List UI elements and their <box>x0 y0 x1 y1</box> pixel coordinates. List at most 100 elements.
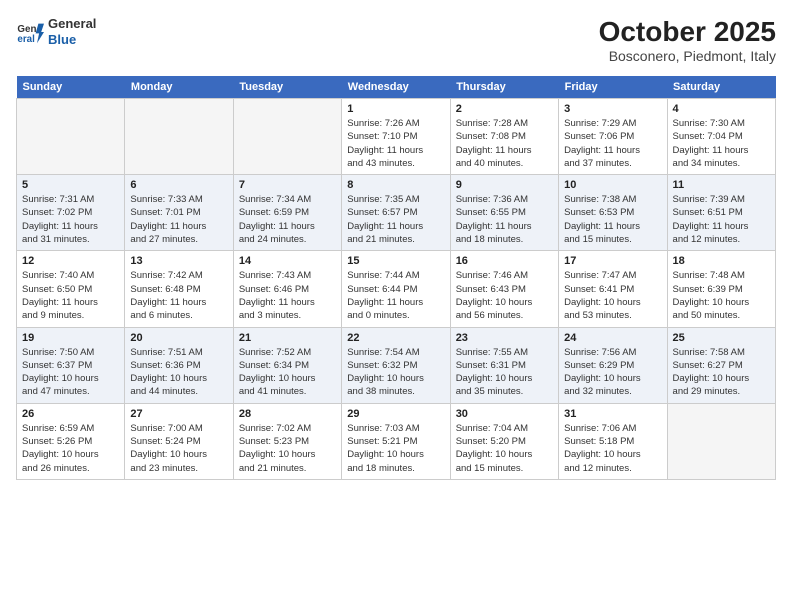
calendar-cell: 15 Sunrise: 7:44 AM Sunset: 6:44 PM Dayli… <box>342 251 450 327</box>
day-header-tuesday: Tuesday <box>233 76 341 99</box>
calendar-cell: 9Sunrise: 7:36 AM Sunset: 6:55 PM Daylig… <box>450 175 558 251</box>
cell-day-number: 30 <box>456 408 553 420</box>
cell-day-number: 6 <box>130 179 227 191</box>
day-header-wednesday: Wednesday <box>342 76 450 99</box>
cell-day-number: 5 <box>22 179 119 191</box>
calendar-week-3: 12 Sunrise: 7:40 AM Sunset: 6:50 PM Dayli… <box>17 251 776 327</box>
cell-info: Sunrise: 7:47 AM Sunset: 6:41 PM Dayligh… <box>564 269 661 322</box>
calendar-cell: 24Sunrise: 7:56 AM Sunset: 6:29 PM Dayli… <box>559 327 667 403</box>
logo: Gen eral General Blue <box>16 16 96 47</box>
cell-day-number: 9 <box>456 179 553 191</box>
cell-info: Sunrise: 7:44 AM Sunset: 6:44 PM Dayligh… <box>347 269 444 322</box>
cell-info: Sunrise: 7:46 AM Sunset: 6:43 PM Dayligh… <box>456 269 553 322</box>
cell-info: Sunrise: 7:54 AM Sunset: 6:32 PM Dayligh… <box>347 346 444 399</box>
calendar-cell <box>17 99 125 175</box>
cell-info: Sunrise: 7:52 AM Sunset: 6:34 PM Dayligh… <box>239 346 336 399</box>
calendar-cell <box>125 99 233 175</box>
calendar-cell: 31 Sunrise: 7:06 AM Sunset: 5:18 PM Dayli… <box>559 403 667 479</box>
cell-day-number: 8 <box>347 179 444 191</box>
cell-info: Sunrise: 7:03 AM Sunset: 5:21 PM Dayligh… <box>347 422 444 475</box>
logo-general: General <box>48 16 96 32</box>
calendar-cell: 4 Sunrise: 7:30 AM Sunset: 7:04 PM Daylig… <box>667 99 775 175</box>
cell-day-number: 27 <box>130 408 227 420</box>
calendar-cell: 21Sunrise: 7:52 AM Sunset: 6:34 PM Dayli… <box>233 327 341 403</box>
calendar-week-2: 5 Sunrise: 7:31 AM Sunset: 7:02 PM Daylig… <box>17 175 776 251</box>
calendar-subtitle: Bosconero, Piedmont, Italy <box>599 48 776 64</box>
cell-day-number: 7 <box>239 179 336 191</box>
svg-text:eral: eral <box>17 33 35 44</box>
cell-day-number: 16 <box>456 255 553 267</box>
calendar-cell: 25Sunrise: 7:58 AM Sunset: 6:27 PM Dayli… <box>667 327 775 403</box>
cell-day-number: 29 <box>347 408 444 420</box>
calendar-cell: 12 Sunrise: 7:40 AM Sunset: 6:50 PM Dayli… <box>17 251 125 327</box>
cell-day-number: 10 <box>564 179 661 191</box>
cell-day-number: 4 <box>673 103 770 115</box>
calendar-cell: 23 Sunrise: 7:55 AM Sunset: 6:31 PM Dayli… <box>450 327 558 403</box>
calendar-cell: 11 Sunrise: 7:39 AM Sunset: 6:51 PM Dayli… <box>667 175 775 251</box>
calendar-cell: 22 Sunrise: 7:54 AM Sunset: 6:32 PM Dayli… <box>342 327 450 403</box>
cell-info: Sunrise: 7:42 AM Sunset: 6:48 PM Dayligh… <box>130 269 227 322</box>
cell-day-number: 2 <box>456 103 553 115</box>
cell-info: Sunrise: 6:59 AM Sunset: 5:26 PM Dayligh… <box>22 422 119 475</box>
cell-day-number: 14 <box>239 255 336 267</box>
cell-day-number: 18 <box>673 255 770 267</box>
cell-info: Sunrise: 7:28 AM Sunset: 7:08 PM Dayligh… <box>456 117 553 170</box>
title-block: October 2025 Bosconero, Piedmont, Italy <box>599 16 776 64</box>
cell-day-number: 19 <box>22 332 119 344</box>
calendar-cell <box>233 99 341 175</box>
cell-day-number: 11 <box>673 179 770 191</box>
day-header-friday: Friday <box>559 76 667 99</box>
cell-day-number: 20 <box>130 332 227 344</box>
cell-day-number: 17 <box>564 255 661 267</box>
cell-day-number: 31 <box>564 408 661 420</box>
calendar-cell <box>667 403 775 479</box>
calendar-cell: 28Sunrise: 7:02 AM Sunset: 5:23 PM Dayli… <box>233 403 341 479</box>
cell-info: Sunrise: 7:56 AM Sunset: 6:29 PM Dayligh… <box>564 346 661 399</box>
calendar-cell: 17 Sunrise: 7:47 AM Sunset: 6:41 PM Dayli… <box>559 251 667 327</box>
cell-day-number: 13 <box>130 255 227 267</box>
page-header: Gen eral General Blue October 2025 Bosco… <box>16 16 776 64</box>
calendar-cell: 8 Sunrise: 7:35 AM Sunset: 6:57 PM Daylig… <box>342 175 450 251</box>
cell-info: Sunrise: 7:50 AM Sunset: 6:37 PM Dayligh… <box>22 346 119 399</box>
cell-info: Sunrise: 7:48 AM Sunset: 6:39 PM Dayligh… <box>673 269 770 322</box>
cell-info: Sunrise: 7:30 AM Sunset: 7:04 PM Dayligh… <box>673 117 770 170</box>
cell-info: Sunrise: 7:55 AM Sunset: 6:31 PM Dayligh… <box>456 346 553 399</box>
calendar-cell: 14 Sunrise: 7:43 AM Sunset: 6:46 PM Dayli… <box>233 251 341 327</box>
calendar-title: October 2025 <box>599 16 776 48</box>
cell-day-number: 23 <box>456 332 553 344</box>
calendar-table: SundayMondayTuesdayWednesdayThursdayFrid… <box>16 76 776 480</box>
cell-day-number: 12 <box>22 255 119 267</box>
cell-info: Sunrise: 7:00 AM Sunset: 5:24 PM Dayligh… <box>130 422 227 475</box>
cell-day-number: 22 <box>347 332 444 344</box>
cell-info: Sunrise: 7:31 AM Sunset: 7:02 PM Dayligh… <box>22 193 119 246</box>
cell-info: Sunrise: 7:39 AM Sunset: 6:51 PM Dayligh… <box>673 193 770 246</box>
calendar-cell: 1 Sunrise: 7:26 AM Sunset: 7:10 PM Daylig… <box>342 99 450 175</box>
calendar-cell: 20Sunrise: 7:51 AM Sunset: 6:36 PM Dayli… <box>125 327 233 403</box>
cell-info: Sunrise: 7:40 AM Sunset: 6:50 PM Dayligh… <box>22 269 119 322</box>
logo-icon: Gen eral <box>16 18 44 46</box>
cell-info: Sunrise: 7:04 AM Sunset: 5:20 PM Dayligh… <box>456 422 553 475</box>
calendar-cell: 3Sunrise: 7:29 AM Sunset: 7:06 PM Daylig… <box>559 99 667 175</box>
calendar-cell: 5 Sunrise: 7:31 AM Sunset: 7:02 PM Daylig… <box>17 175 125 251</box>
cell-info: Sunrise: 7:34 AM Sunset: 6:59 PM Dayligh… <box>239 193 336 246</box>
cell-info: Sunrise: 7:02 AM Sunset: 5:23 PM Dayligh… <box>239 422 336 475</box>
calendar-cell: 16 Sunrise: 7:46 AM Sunset: 6:43 PM Dayli… <box>450 251 558 327</box>
cell-info: Sunrise: 7:58 AM Sunset: 6:27 PM Dayligh… <box>673 346 770 399</box>
cell-info: Sunrise: 7:43 AM Sunset: 6:46 PM Dayligh… <box>239 269 336 322</box>
calendar-cell: 10Sunrise: 7:38 AM Sunset: 6:53 PM Dayli… <box>559 175 667 251</box>
cell-info: Sunrise: 7:35 AM Sunset: 6:57 PM Dayligh… <box>347 193 444 246</box>
calendar-cell: 27 Sunrise: 7:00 AM Sunset: 5:24 PM Dayli… <box>125 403 233 479</box>
calendar-cell: 18 Sunrise: 7:48 AM Sunset: 6:39 PM Dayli… <box>667 251 775 327</box>
cell-info: Sunrise: 7:33 AM Sunset: 7:01 PM Dayligh… <box>130 193 227 246</box>
day-header-row: SundayMondayTuesdayWednesdayThursdayFrid… <box>17 76 776 99</box>
cell-info: Sunrise: 7:06 AM Sunset: 5:18 PM Dayligh… <box>564 422 661 475</box>
calendar-week-5: 26Sunrise: 6:59 AM Sunset: 5:26 PM Dayli… <box>17 403 776 479</box>
cell-info: Sunrise: 7:26 AM Sunset: 7:10 PM Dayligh… <box>347 117 444 170</box>
cell-day-number: 3 <box>564 103 661 115</box>
logo-text: General Blue <box>48 16 96 47</box>
calendar-week-1: 1 Sunrise: 7:26 AM Sunset: 7:10 PM Daylig… <box>17 99 776 175</box>
calendar-cell: 19 Sunrise: 7:50 AM Sunset: 6:37 PM Dayli… <box>17 327 125 403</box>
calendar-cell: 30 Sunrise: 7:04 AM Sunset: 5:20 PM Dayli… <box>450 403 558 479</box>
cell-day-number: 15 <box>347 255 444 267</box>
cell-day-number: 1 <box>347 103 444 115</box>
